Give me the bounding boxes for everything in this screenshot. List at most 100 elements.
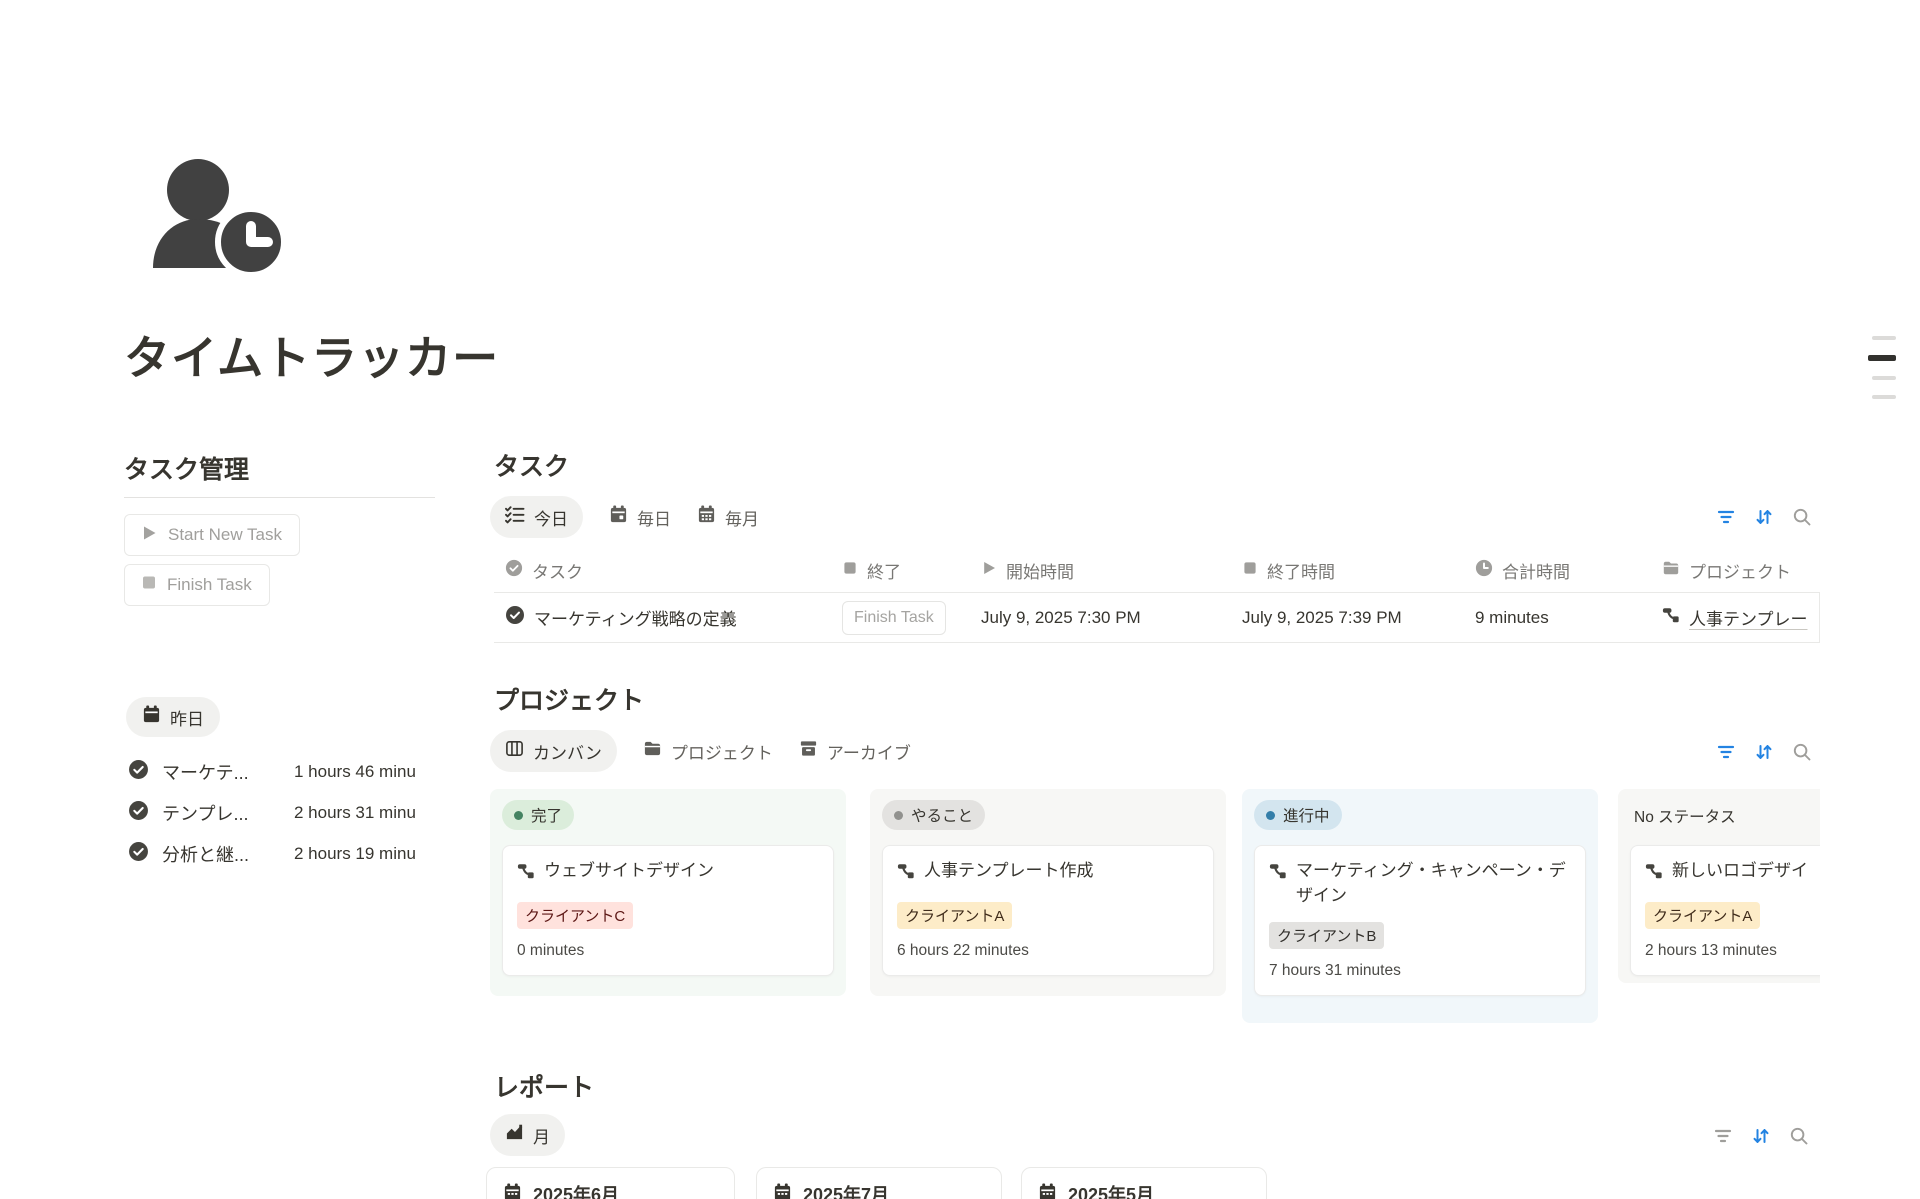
tab-projects[interactable]: プロジェクト bbox=[643, 739, 773, 764]
calendar-icon bbox=[773, 1183, 792, 1199]
filter-icon[interactable] bbox=[1713, 1126, 1733, 1146]
divider bbox=[124, 497, 435, 498]
check-circle-icon bbox=[128, 841, 149, 867]
client-tag: クライアントA bbox=[897, 902, 1012, 929]
report-card-july[interactable]: 2025年7月 bbox=[756, 1167, 1002, 1199]
branch-icon bbox=[1662, 606, 1680, 629]
sort-arrows-icon[interactable] bbox=[1751, 1126, 1771, 1146]
search-icon[interactable] bbox=[1792, 507, 1812, 527]
card-title: マーケティング・キャンペーン・デザイン bbox=[1296, 859, 1571, 908]
status-label[interactable]: No ステータス bbox=[1634, 805, 1820, 827]
page-title: タイムトラッカー bbox=[124, 322, 499, 388]
board-card[interactable]: 新しいロゴデザイ クライアントA 2 hours 13 minutes bbox=[1630, 845, 1820, 976]
calendar-icon bbox=[142, 705, 161, 729]
calendar-day-icon bbox=[609, 505, 628, 529]
reports-view-tabs: 月 bbox=[490, 1114, 565, 1156]
board-column-todo: やること 人事テンプレート作成 クライアントA 6 hours 22 minut… bbox=[870, 789, 1226, 996]
list-item[interactable]: テンプレ... 2 hours 31 minu bbox=[128, 797, 434, 829]
archive-icon bbox=[799, 739, 818, 763]
square-icon bbox=[1242, 560, 1258, 581]
tasks-toolbar bbox=[1716, 507, 1812, 527]
column-header-finished[interactable]: 終了 bbox=[842, 558, 981, 583]
stop-icon bbox=[142, 575, 156, 595]
project-link[interactable]: 人事テンプレー bbox=[1689, 605, 1808, 630]
search-icon[interactable] bbox=[1789, 1126, 1809, 1146]
table-row[interactable]: マーケティング戦略の定義 Finish Task July 9, 2025 7:… bbox=[494, 592, 1820, 643]
sort-arrows-icon[interactable] bbox=[1754, 507, 1774, 527]
task-time: 2 hours 31 minu bbox=[294, 803, 416, 823]
table-header-row: タスク 終了 開始時間 終了時間 合計時間 プロジェクト bbox=[494, 548, 1820, 592]
card-time: 2 hours 13 minutes bbox=[1645, 942, 1820, 960]
filter-icon[interactable] bbox=[1716, 742, 1736, 762]
column-header-task[interactable]: タスク bbox=[494, 558, 842, 583]
column-header-end-time[interactable]: 終了時間 bbox=[1242, 558, 1475, 583]
column-header-start-time[interactable]: 開始時間 bbox=[981, 558, 1242, 583]
report-card-label: 2025年6月 bbox=[533, 1181, 619, 1199]
card-title: 人事テンプレート作成 bbox=[924, 859, 1094, 888]
report-card-june[interactable]: 2025年6月 bbox=[486, 1167, 735, 1199]
reports-toolbar bbox=[1713, 1126, 1809, 1146]
board-card[interactable]: ウェブサイトデザイン クライアントC 0 minutes bbox=[502, 845, 834, 976]
start-time-cell[interactable]: July 9, 2025 7:30 PM bbox=[981, 608, 1242, 628]
card-title: ウェブサイトデザイン bbox=[544, 859, 714, 888]
status-badge[interactable]: 進行中 bbox=[1254, 800, 1342, 830]
board-column-done: 完了 ウェブサイトデザイン クライアントC 0 minutes bbox=[490, 789, 846, 996]
tab-archive[interactable]: アーカイブ bbox=[799, 739, 911, 764]
filter-icon[interactable] bbox=[1716, 507, 1736, 527]
outline-bar-active[interactable] bbox=[1868, 355, 1896, 361]
project-cell[interactable]: 人事テンプレー bbox=[1662, 605, 1820, 630]
branch-icon bbox=[897, 859, 915, 888]
status-badge[interactable]: やること bbox=[882, 800, 985, 830]
finish-task-button[interactable]: Finish Task bbox=[124, 564, 270, 606]
client-tag: クライアントB bbox=[1269, 922, 1384, 949]
card-time: 6 hours 22 minutes bbox=[897, 942, 1199, 960]
task-cell[interactable]: マーケティング戦略の定義 bbox=[494, 605, 842, 630]
outline-bar[interactable] bbox=[1872, 395, 1896, 399]
projects-toolbar bbox=[1716, 742, 1812, 762]
outline-bar[interactable] bbox=[1872, 376, 1896, 380]
sort-arrows-icon[interactable] bbox=[1754, 742, 1774, 762]
finish-cell: Finish Task bbox=[842, 601, 981, 635]
status-badge[interactable]: 完了 bbox=[502, 800, 574, 830]
clock-icon bbox=[1475, 559, 1493, 582]
list-item[interactable]: マーケテ... 1 hours 46 minu bbox=[128, 756, 434, 788]
calendar-icon bbox=[1038, 1183, 1057, 1199]
calendar-month-icon bbox=[697, 505, 716, 529]
tab-today[interactable]: 今日 bbox=[490, 496, 583, 538]
check-circle-icon bbox=[505, 605, 525, 630]
board-icon bbox=[505, 739, 524, 763]
total-time-cell[interactable]: 9 minutes bbox=[1475, 608, 1662, 628]
column-header-total-time[interactable]: 合計時間 bbox=[1475, 558, 1662, 583]
tab-daily[interactable]: 毎日 bbox=[609, 505, 671, 530]
task-name: 分析と継... bbox=[162, 841, 249, 867]
list-item[interactable]: 分析と継... 2 hours 19 minu bbox=[128, 838, 434, 870]
tab-kanban[interactable]: カンバン bbox=[490, 730, 617, 772]
client-tag: クライアントC bbox=[517, 902, 633, 929]
report-card-may[interactable]: 2025年5月 bbox=[1021, 1167, 1267, 1199]
status-dot-icon bbox=[894, 811, 903, 820]
tasks-table: タスク 終了 開始時間 終了時間 合計時間 プロジェクト bbox=[494, 548, 1820, 643]
time-tracker-page: タイムトラッカー タスク管理 Start New Task Finish Tas… bbox=[0, 0, 1920, 1199]
folder-icon bbox=[643, 739, 662, 763]
search-icon[interactable] bbox=[1792, 742, 1812, 762]
projects-heading: プロジェクト bbox=[494, 681, 644, 717]
card-time: 0 minutes bbox=[517, 942, 819, 960]
status-dot-icon bbox=[1266, 811, 1275, 820]
tab-month[interactable]: 月 bbox=[490, 1114, 565, 1156]
area-chart-icon bbox=[505, 1123, 524, 1147]
yesterday-pill[interactable]: 昨日 bbox=[126, 697, 220, 737]
tab-monthly[interactable]: 毎月 bbox=[697, 505, 759, 530]
tasks-heading: タスク bbox=[494, 447, 569, 483]
checklist-icon bbox=[505, 505, 525, 530]
task-time: 1 hours 46 minu bbox=[294, 762, 416, 782]
tasks-view-tabs: 今日 毎日 毎月 bbox=[490, 496, 759, 538]
board-card[interactable]: マーケティング・キャンペーン・デザイン クライアントB 7 hours 31 m… bbox=[1254, 845, 1586, 996]
client-tag: クライアントA bbox=[1645, 902, 1760, 929]
end-time-cell[interactable]: July 9, 2025 7:39 PM bbox=[1242, 608, 1475, 628]
column-header-project[interactable]: プロジェクト bbox=[1662, 558, 1820, 583]
finish-task-chip-button[interactable]: Finish Task bbox=[842, 601, 946, 635]
person-clock-icon[interactable] bbox=[148, 156, 288, 276]
start-new-task-button[interactable]: Start New Task bbox=[124, 514, 300, 556]
outline-bar[interactable] bbox=[1872, 336, 1896, 340]
board-card[interactable]: 人事テンプレート作成 クライアントA 6 hours 22 minutes bbox=[882, 845, 1214, 976]
